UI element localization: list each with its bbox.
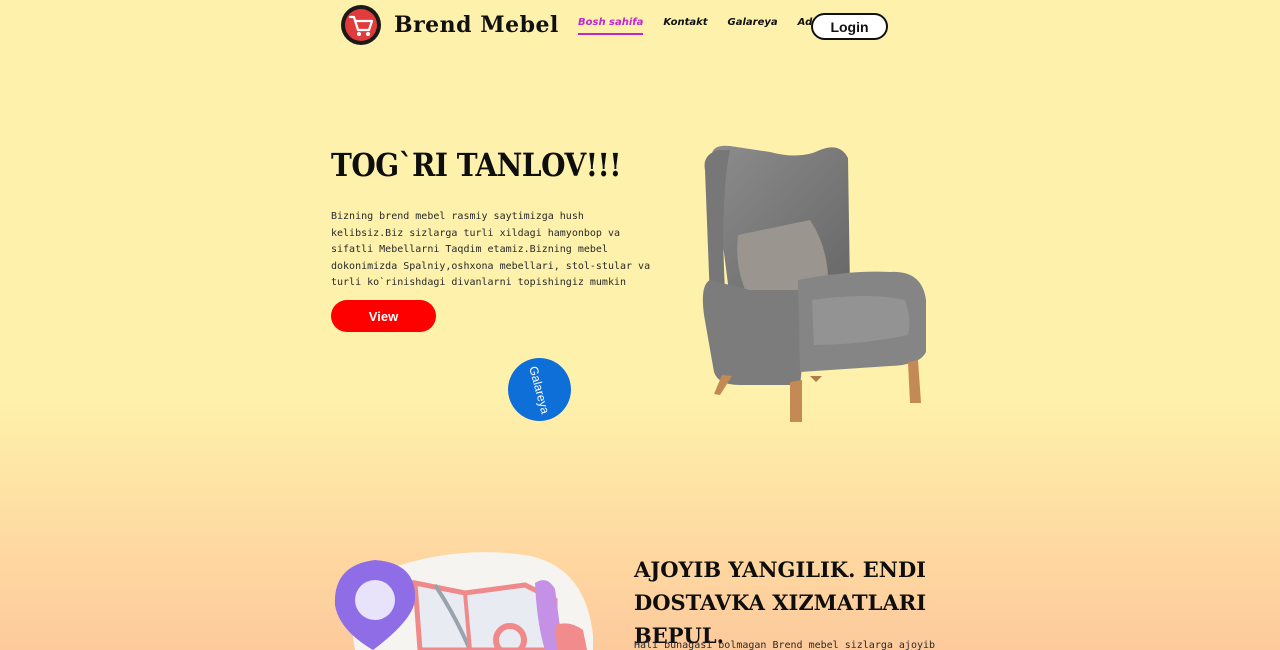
gallery-button[interactable]: Galareya <box>508 358 571 421</box>
nav-link-home[interactable]: Bosh sahifa <box>578 17 644 35</box>
delivery-title: Ajoyib yangilik. Endi dostavka xizmatlar… <box>634 557 927 648</box>
navbar: Brend Mebel Bosh sahifa Kontakt Galareya… <box>0 0 1280 52</box>
delivery-map-illustration <box>334 552 593 650</box>
hero-description: Bizning brend mebel rasmiy saytimizga hu… <box>331 211 651 288</box>
armchair-image <box>702 145 926 422</box>
delivery-description: Hali bunagasi bolmagan Brend mebel sizla… <box>634 640 936 650</box>
nav-link-contact[interactable]: Kontakt <box>663 17 707 35</box>
brand-name: Brend Mebel <box>394 12 559 38</box>
login-button[interactable]: Login <box>811 13 888 40</box>
brand-logo[interactable]: Brend Mebel <box>340 4 559 46</box>
view-button[interactable]: View <box>331 300 436 332</box>
gallery-button-label: Galareya <box>526 364 553 415</box>
hero-title: Tog`ri tanlov!!! <box>331 146 622 184</box>
main-nav: Bosh sahifa Kontakt Galareya Addres <box>578 17 837 35</box>
shopping-cart-icon <box>341 5 381 45</box>
nav-link-gallery[interactable]: Galareya <box>728 17 778 35</box>
